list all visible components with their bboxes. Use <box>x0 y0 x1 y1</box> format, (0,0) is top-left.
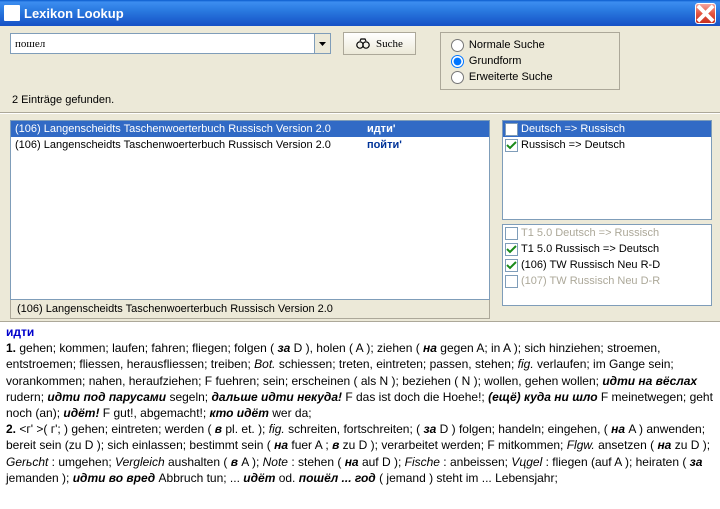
result-list[interactable]: (106) Langenscheidts Taschenwoerterbuch … <box>10 120 490 300</box>
titlebar: Lexikon Lookup <box>0 0 720 26</box>
definition-pane[interactable]: идти 1. gehen; kommen; laufen; fahren; f… <box>0 321 720 503</box>
dict-label: T1 5.0 Deutsch => Russisch <box>521 227 659 239</box>
results-pane: (106) Langenscheidts Taschenwoerterbuch … <box>0 114 498 321</box>
check-icon <box>506 261 517 270</box>
dict-source-list[interactable]: T1 5.0 Deutsch => Russisch T1 5.0 Russis… <box>502 224 712 306</box>
result-row[interactable]: (106) Langenscheidts Taschenwoerterbuch … <box>11 137 489 153</box>
result-footer: (106) Langenscheidts Taschenwoerterbuch … <box>10 300 490 319</box>
toolbar: Suche Normale Suche Grundform Erweiterte… <box>0 26 720 113</box>
mode-normal-radio[interactable] <box>451 39 464 52</box>
window-title: Lexikon Lookup <box>24 6 695 21</box>
dict-label: Deutsch => Russisch <box>521 123 625 135</box>
main-area: (106) Langenscheidts Taschenwoerterbuch … <box>0 113 720 321</box>
dict-row[interactable]: Russisch => Deutsch <box>503 137 711 153</box>
search-input[interactable] <box>10 33 315 54</box>
dictionaries-pane: Deutsch => Russisch Russisch => Deutsch … <box>498 114 720 321</box>
dict-direction-list[interactable]: Deutsch => Russisch Russisch => Deutsch <box>502 120 712 220</box>
search-combo <box>10 33 331 54</box>
dict-checkbox[interactable] <box>505 243 518 256</box>
dict-label: T1 5.0 Russisch => Deutsch <box>521 243 659 255</box>
mode-normal[interactable]: Normale Suche <box>451 37 609 53</box>
result-row[interactable]: (106) Langenscheidts Taschenwoerterbuch … <box>11 121 489 137</box>
dict-label: (107) TW Russisch Neu D-R <box>521 275 660 287</box>
close-button[interactable] <box>695 3 716 24</box>
dict-checkbox[interactable] <box>505 275 518 288</box>
result-source: (106) Langenscheidts Taschenwoerterbuch … <box>15 123 331 135</box>
search-button[interactable]: Suche <box>343 32 416 55</box>
dict-label: Russisch => Deutsch <box>521 139 625 151</box>
dict-row[interactable]: (107) TW Russisch Neu D-R <box>503 273 711 289</box>
mode-erweitert[interactable]: Erweiterte Suche <box>451 69 609 85</box>
dict-checkbox[interactable] <box>505 139 518 152</box>
result-source: (106) Langenscheidts Taschenwoerterbuch … <box>15 139 331 151</box>
dict-checkbox[interactable] <box>505 259 518 272</box>
mode-grundform[interactable]: Grundform <box>451 53 609 69</box>
result-word: идти' <box>367 123 396 135</box>
binoculars-icon <box>356 38 370 50</box>
check-icon <box>506 141 517 150</box>
dict-checkbox[interactable] <box>505 227 518 240</box>
mode-erweitert-radio[interactable] <box>451 71 464 84</box>
result-word: пойти' <box>367 139 402 151</box>
headword: идти <box>6 325 34 339</box>
dict-label: (106) TW Russisch Neu R-D <box>521 259 660 271</box>
search-mode-panel: Normale Suche Grundform Erweiterte Suche <box>440 32 620 90</box>
dict-row[interactable]: Deutsch => Russisch <box>503 121 711 137</box>
mode-grundform-radio[interactable] <box>451 55 464 68</box>
search-dropdown-button[interactable] <box>315 33 331 54</box>
result-count: 2 Einträge gefunden. <box>10 90 710 106</box>
dict-row[interactable]: T1 5.0 Deutsch => Russisch <box>503 225 711 241</box>
dict-row[interactable]: T1 5.0 Russisch => Deutsch <box>503 241 711 257</box>
search-button-label: Suche <box>376 38 403 50</box>
chevron-down-icon <box>319 42 326 46</box>
dict-checkbox[interactable] <box>505 123 518 136</box>
dict-row[interactable]: (106) TW Russisch Neu R-D <box>503 257 711 273</box>
app-icon <box>4 5 20 21</box>
check-icon <box>506 245 517 254</box>
